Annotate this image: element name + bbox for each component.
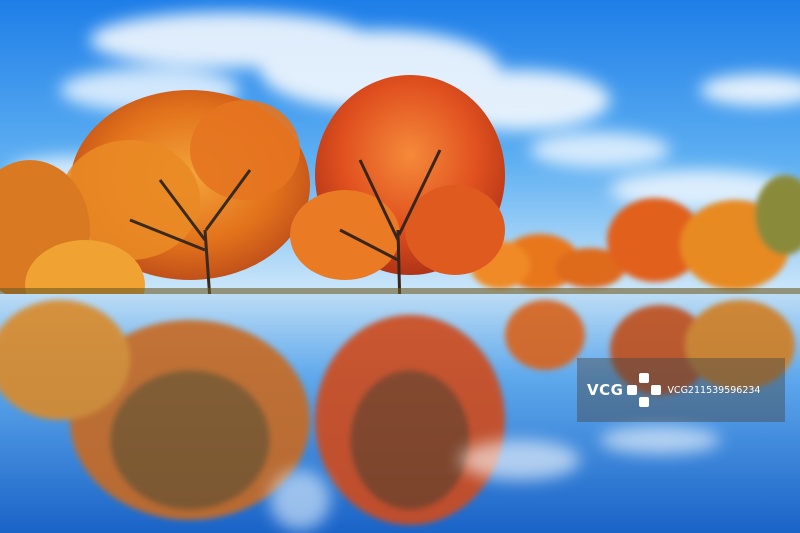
flower-logo-icon bbox=[627, 373, 662, 407]
watermark: VCG VCG211539596234 bbox=[577, 358, 785, 422]
photo-scene: VCG VCG211539596234 bbox=[0, 0, 800, 533]
watermark-brand: VCG bbox=[587, 381, 624, 399]
landscape-illustration bbox=[0, 0, 800, 533]
watermark-image-id: VCG211539596234 bbox=[667, 384, 761, 396]
